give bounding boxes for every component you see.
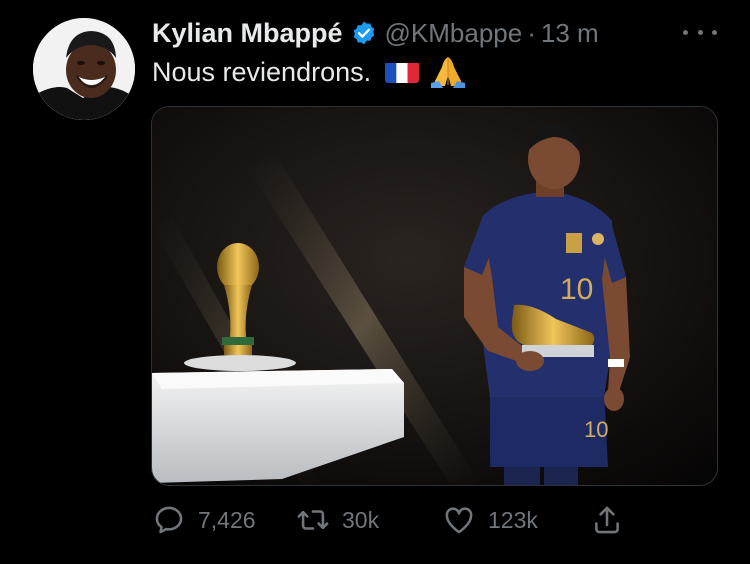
folded-hands-icon	[427, 55, 469, 89]
shorts-number: 10	[584, 417, 608, 442]
like-button[interactable]: 123k	[442, 500, 538, 540]
tweet-text: Nous reviendrons.	[152, 55, 469, 89]
retweet-icon	[296, 503, 330, 537]
timestamp[interactable]: 13 m	[541, 18, 599, 49]
jersey-number: 10	[560, 273, 593, 306]
retweet-count: 30k	[342, 506, 380, 533]
avatar[interactable]	[33, 18, 135, 120]
tweet-actions: 7,426 30k 123k	[152, 500, 632, 540]
tweet[interactable]: Kylian Mbappé @KMbappe · 13 m Nous revie…	[0, 0, 750, 564]
author-name[interactable]: Kylian Mbappé	[152, 18, 343, 49]
france-flag-icon	[385, 61, 420, 83]
tweet-media-image[interactable]: 10 10	[151, 106, 718, 486]
verified-badge-icon	[351, 20, 377, 46]
separator-dot: ·	[527, 17, 536, 48]
like-count: 123k	[488, 506, 538, 533]
tweet-header: Kylian Mbappé @KMbappe · 13 m	[152, 15, 599, 51]
share-icon	[590, 503, 624, 537]
reply-button[interactable]: 7,426	[152, 500, 256, 540]
tweet-text-body: Nous reviendrons.	[152, 56, 372, 87]
reply-icon	[152, 503, 186, 537]
retweet-button[interactable]: 30k	[296, 500, 379, 540]
heart-icon	[442, 503, 476, 537]
reply-count: 7,426	[198, 506, 256, 533]
share-button[interactable]	[590, 500, 624, 540]
author-handle[interactable]: @KMbappe	[385, 18, 523, 49]
more-options-icon[interactable]	[683, 22, 717, 42]
